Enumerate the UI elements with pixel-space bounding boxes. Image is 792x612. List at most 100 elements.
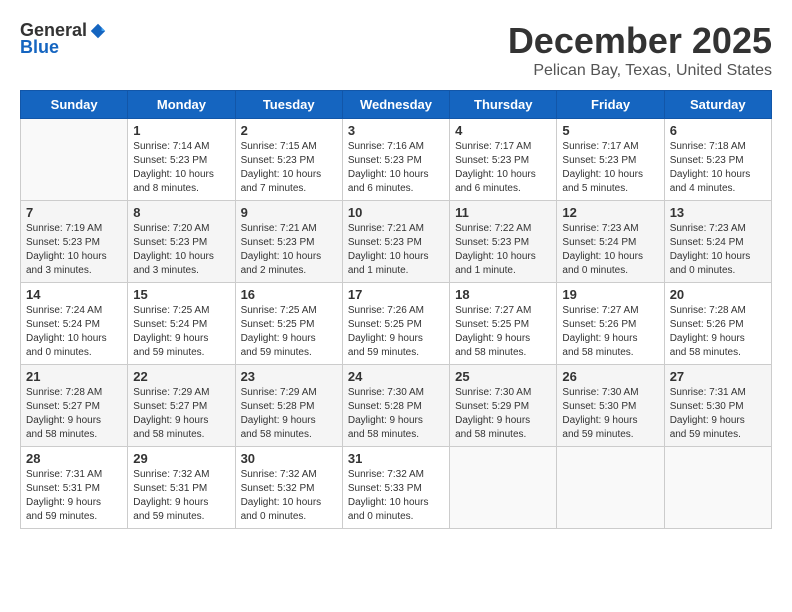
calendar-cell: 26 Sunrise: 7:30 AM Sunset: 5:30 PM Dayli… — [557, 365, 664, 447]
day-info: Sunrise: 7:27 AM Sunset: 5:25 PM Dayligh… — [455, 304, 551, 360]
calendar-cell: 9 Sunrise: 7:21 AM Sunset: 5:23 PM Daylig… — [235, 201, 342, 283]
calendar-cell: 17 Sunrise: 7:26 AM Sunset: 5:25 PM Dayli… — [342, 283, 449, 365]
day-info: Sunrise: 7:25 AM Sunset: 5:24 PM Dayligh… — [133, 304, 229, 360]
day-info: Sunrise: 7:17 AM Sunset: 5:23 PM Dayligh… — [562, 140, 658, 196]
calendar-cell: 14Sunrise: 7:24 AM Sunset: 5:24 PM Dayli… — [21, 283, 128, 365]
calendar-cell: 18 Sunrise: 7:27 AM Sunset: 5:25 PM Dayli… — [450, 283, 557, 365]
calendar-cell: 28 Sunrise: 7:31 AM Sunset: 5:31 PM Dayli… — [21, 447, 128, 529]
calendar-subtitle: Pelican Bay, Texas, United States — [508, 62, 772, 80]
day-info: Sunrise: 7:29 AM Sunset: 5:27 PM Dayligh… — [133, 386, 229, 442]
day-info: Sunrise: 7:17 AM Sunset: 5:23 PM Dayligh… — [455, 140, 551, 196]
day-info: Sunrise: 7:31 AM Sunset: 5:31 PM Dayligh… — [26, 468, 122, 524]
calendar-body: 1 Sunrise: 7:14 AM Sunset: 5:23 PM Daylig… — [21, 119, 772, 529]
header-tuesday: Tuesday — [235, 91, 342, 119]
day-info: Sunrise: 7:31 AM Sunset: 5:30 PM Dayligh… — [670, 386, 766, 442]
day-info: Sunrise: 7:29 AM Sunset: 5:28 PM Dayligh… — [241, 386, 337, 442]
calendar-cell: 15 Sunrise: 7:25 AM Sunset: 5:24 PM Dayli… — [128, 283, 235, 365]
logo-icon — [89, 22, 107, 40]
calendar-cell: 29 Sunrise: 7:32 AM Sunset: 5:31 PM Dayli… — [128, 447, 235, 529]
calendar-week-4: 21 Sunrise: 7:28 AM Sunset: 5:27 PM Dayli… — [21, 365, 772, 447]
header-friday: Friday — [557, 91, 664, 119]
calendar-cell: 3 Sunrise: 7:16 AM Sunset: 5:23 PM Daylig… — [342, 119, 449, 201]
header-saturday: Saturday — [664, 91, 771, 119]
day-number: 11 — [455, 205, 551, 220]
day-info: Sunrise: 7:28 AM Sunset: 5:26 PM Dayligh… — [670, 304, 766, 360]
header-sunday: Sunday — [21, 91, 128, 119]
day-info: Sunrise: 7:25 AM Sunset: 5:25 PM Dayligh… — [241, 304, 337, 360]
calendar-cell: 12 Sunrise: 7:23 AM Sunset: 5:24 PM Dayli… — [557, 201, 664, 283]
calendar-week-5: 28 Sunrise: 7:31 AM Sunset: 5:31 PM Dayli… — [21, 447, 772, 529]
calendar-cell: 8 Sunrise: 7:20 AM Sunset: 5:23 PM Daylig… — [128, 201, 235, 283]
day-info: Sunrise: 7:28 AM Sunset: 5:27 PM Dayligh… — [26, 386, 122, 442]
calendar-cell: 11 Sunrise: 7:22 AM Sunset: 5:23 PM Dayli… — [450, 201, 557, 283]
day-info: Sunrise: 7:18 AM Sunset: 5:23 PM Dayligh… — [670, 140, 766, 196]
day-number: 16 — [241, 287, 337, 302]
day-info: Sunrise: 7:27 AM Sunset: 5:26 PM Dayligh… — [562, 304, 658, 360]
calendar-cell: 13Sunrise: 7:23 AM Sunset: 5:24 PM Dayli… — [664, 201, 771, 283]
day-info: Sunrise: 7:23 AM Sunset: 5:24 PM Dayligh… — [562, 222, 658, 278]
calendar-header-row: SundayMondayTuesdayWednesdayThursdayFrid… — [21, 91, 772, 119]
calendar-cell: 31Sunrise: 7:32 AM Sunset: 5:33 PM Dayli… — [342, 447, 449, 529]
day-number: 26 — [562, 369, 658, 384]
day-number: 7 — [26, 205, 122, 220]
day-info: Sunrise: 7:21 AM Sunset: 5:23 PM Dayligh… — [241, 222, 337, 278]
day-number: 3 — [348, 123, 444, 138]
header-wednesday: Wednesday — [342, 91, 449, 119]
day-number: 8 — [133, 205, 229, 220]
calendar-cell: 25Sunrise: 7:30 AM Sunset: 5:29 PM Dayli… — [450, 365, 557, 447]
day-number: 28 — [26, 451, 122, 466]
day-number: 14 — [26, 287, 122, 302]
calendar-cell: 1 Sunrise: 7:14 AM Sunset: 5:23 PM Daylig… — [128, 119, 235, 201]
day-info: Sunrise: 7:32 AM Sunset: 5:31 PM Dayligh… — [133, 468, 229, 524]
day-number: 29 — [133, 451, 229, 466]
day-number: 15 — [133, 287, 229, 302]
page-header: General Blue December 2025 Pelican Bay, … — [20, 20, 772, 80]
calendar-cell: 24Sunrise: 7:30 AM Sunset: 5:28 PM Dayli… — [342, 365, 449, 447]
calendar-cell: 4 Sunrise: 7:17 AM Sunset: 5:23 PM Daylig… — [450, 119, 557, 201]
day-number: 23 — [241, 369, 337, 384]
day-number: 9 — [241, 205, 337, 220]
day-number: 13 — [670, 205, 766, 220]
day-number: 10 — [348, 205, 444, 220]
day-info: Sunrise: 7:30 AM Sunset: 5:28 PM Dayligh… — [348, 386, 444, 442]
header-monday: Monday — [128, 91, 235, 119]
day-number: 12 — [562, 205, 658, 220]
day-info: Sunrise: 7:16 AM Sunset: 5:23 PM Dayligh… — [348, 140, 444, 196]
calendar-week-3: 14Sunrise: 7:24 AM Sunset: 5:24 PM Dayli… — [21, 283, 772, 365]
calendar-table: SundayMondayTuesdayWednesdayThursdayFrid… — [20, 90, 772, 529]
calendar-cell: 6Sunrise: 7:18 AM Sunset: 5:23 PM Daylig… — [664, 119, 771, 201]
day-info: Sunrise: 7:14 AM Sunset: 5:23 PM Dayligh… — [133, 140, 229, 196]
day-info: Sunrise: 7:19 AM Sunset: 5:23 PM Dayligh… — [26, 222, 122, 278]
logo-blue-text: Blue — [20, 37, 59, 58]
day-info: Sunrise: 7:22 AM Sunset: 5:23 PM Dayligh… — [455, 222, 551, 278]
day-number: 30 — [241, 451, 337, 466]
calendar-week-1: 1 Sunrise: 7:14 AM Sunset: 5:23 PM Daylig… — [21, 119, 772, 201]
calendar-cell: 19 Sunrise: 7:27 AM Sunset: 5:26 PM Dayli… — [557, 283, 664, 365]
calendar-cell: 30 Sunrise: 7:32 AM Sunset: 5:32 PM Dayli… — [235, 447, 342, 529]
day-info: Sunrise: 7:20 AM Sunset: 5:23 PM Dayligh… — [133, 222, 229, 278]
calendar-cell: 16 Sunrise: 7:25 AM Sunset: 5:25 PM Dayli… — [235, 283, 342, 365]
day-number: 25 — [455, 369, 551, 384]
calendar-cell: 5Sunrise: 7:17 AM Sunset: 5:23 PM Daylig… — [557, 119, 664, 201]
day-number: 21 — [26, 369, 122, 384]
day-info: Sunrise: 7:21 AM Sunset: 5:23 PM Dayligh… — [348, 222, 444, 278]
day-number: 17 — [348, 287, 444, 302]
day-info: Sunrise: 7:26 AM Sunset: 5:25 PM Dayligh… — [348, 304, 444, 360]
day-number: 18 — [455, 287, 551, 302]
calendar-cell — [450, 447, 557, 529]
title-block: December 2025 Pelican Bay, Texas, United… — [508, 20, 772, 80]
calendar-cell — [664, 447, 771, 529]
day-info: Sunrise: 7:32 AM Sunset: 5:32 PM Dayligh… — [241, 468, 337, 524]
day-number: 20 — [670, 287, 766, 302]
day-number: 19 — [562, 287, 658, 302]
day-number: 22 — [133, 369, 229, 384]
day-info: Sunrise: 7:32 AM Sunset: 5:33 PM Dayligh… — [348, 468, 444, 524]
calendar-week-2: 7 Sunrise: 7:19 AM Sunset: 5:23 PM Daylig… — [21, 201, 772, 283]
calendar-cell: 27Sunrise: 7:31 AM Sunset: 5:30 PM Dayli… — [664, 365, 771, 447]
day-info: Sunrise: 7:30 AM Sunset: 5:30 PM Dayligh… — [562, 386, 658, 442]
day-number: 1 — [133, 123, 229, 138]
day-number: 4 — [455, 123, 551, 138]
calendar-cell: 22 Sunrise: 7:29 AM Sunset: 5:27 PM Dayli… — [128, 365, 235, 447]
calendar-cell: 7 Sunrise: 7:19 AM Sunset: 5:23 PM Daylig… — [21, 201, 128, 283]
calendar-cell: 2Sunrise: 7:15 AM Sunset: 5:23 PM Daylig… — [235, 119, 342, 201]
